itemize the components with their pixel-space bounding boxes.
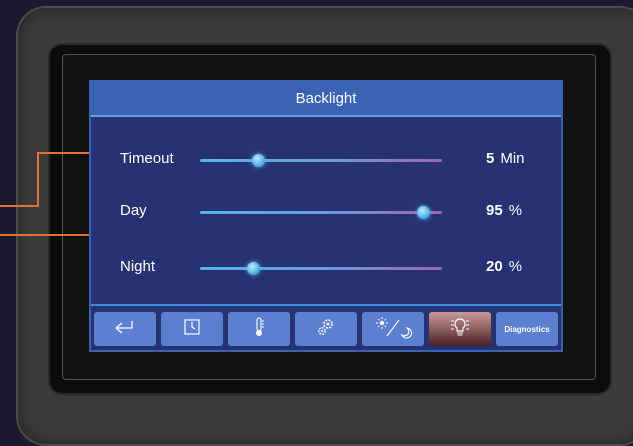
bottom-toolbar: Diagnostics: [91, 304, 561, 350]
day-night-button[interactable]: [362, 312, 424, 346]
back-button[interactable]: [94, 312, 156, 346]
backlight-button[interactable]: [429, 312, 491, 346]
day-slider[interactable]: [200, 206, 442, 219]
callout-line-timeout: [0, 205, 38, 207]
setting-row-timeout: Timeout 5 Min: [91, 144, 561, 174]
setting-row-night: Night 20%: [91, 252, 561, 282]
diagnostics-button[interactable]: Diagnostics: [496, 312, 558, 346]
sun-moon-icon: [373, 315, 413, 344]
night-value: 20: [486, 258, 503, 275]
night-value-display: 20%: [486, 258, 522, 275]
thermometer-icon: [252, 316, 266, 343]
day-value: 95: [486, 202, 503, 219]
day-unit: %: [508, 202, 523, 219]
diagnostics-label: Diagnostics: [504, 324, 550, 334]
clock-button[interactable]: [161, 312, 223, 346]
day-slider-knob[interactable]: [416, 206, 430, 219]
screen-title: Backlight: [91, 82, 561, 117]
timeout-slider[interactable]: [200, 154, 442, 167]
day-value-display: 95%: [486, 202, 522, 219]
back-arrow-icon: [114, 318, 136, 341]
temperature-button[interactable]: [228, 312, 290, 346]
setting-row-day: Day 95%: [91, 196, 561, 226]
backlight-screen: Backlight Timeout 5 Min Day 95% Night 20%: [89, 80, 563, 352]
timeout-unit: Min: [500, 150, 525, 167]
timeout-label: Timeout: [120, 150, 174, 167]
night-slider[interactable]: [200, 262, 442, 275]
light-bulb-icon: [447, 315, 473, 344]
night-unit: %: [508, 258, 523, 275]
timeout-slider-knob[interactable]: [252, 154, 266, 167]
settings-button[interactable]: [295, 312, 357, 346]
gears-icon: [315, 316, 337, 343]
night-slider-knob[interactable]: [247, 262, 261, 275]
timeout-value-display: 5 Min: [486, 150, 525, 167]
day-label: Day: [120, 202, 147, 219]
night-label: Night: [120, 258, 156, 275]
callout-line-timeout: [37, 152, 39, 207]
clock-icon: [182, 317, 202, 342]
callout-line-day-night: [0, 234, 100, 236]
timeout-value: 5: [486, 150, 495, 167]
